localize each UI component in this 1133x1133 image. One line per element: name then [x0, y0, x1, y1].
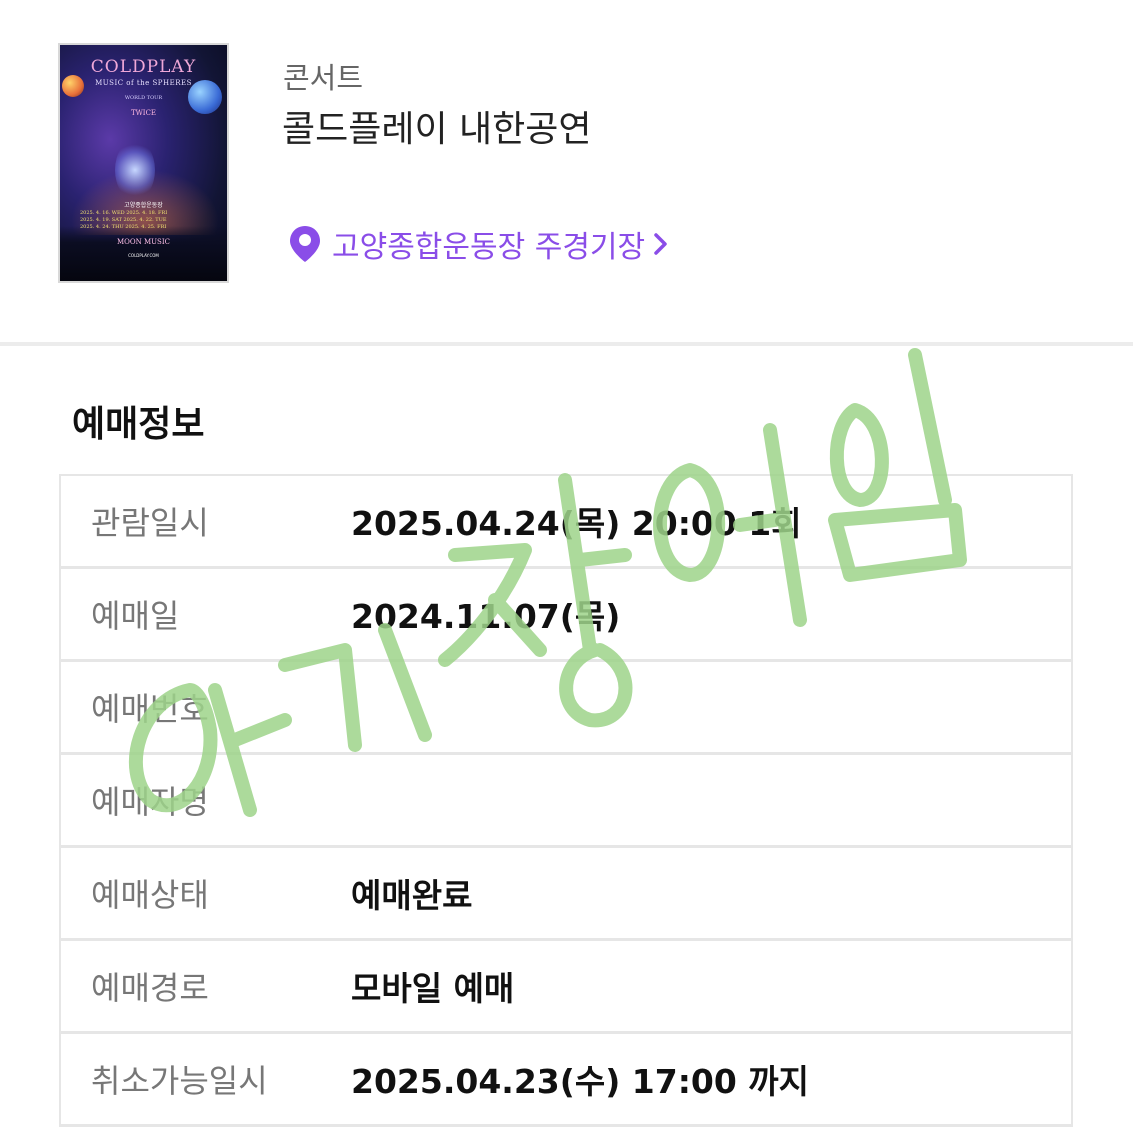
- poster-url: COLDPLAY.COM: [128, 253, 159, 258]
- info-value: 2025.04.23(수) 17:00 까지: [351, 1062, 810, 1101]
- poster-album: MOON MUSIC: [117, 238, 170, 246]
- info-row-booking-status: 예매상태 예매완료: [59, 848, 1073, 941]
- info-row-cancel-deadline: 취소가능일시 2025.04.23(수) 17:00 까지: [59, 1034, 1073, 1127]
- booking-info-table: 관람일시 2025.04.24(목) 20:00 1회 예매일 2024.11.…: [59, 474, 1073, 1127]
- chevron-right-icon: [654, 233, 667, 255]
- info-label: 관람일시: [91, 504, 209, 542]
- section-divider: [0, 342, 1133, 346]
- poster-dates: 2025. 4. 16. WED 2025. 4. 18. FRI 2025. …: [80, 210, 210, 231]
- venue-link[interactable]: 고양종합운동장 주경기장: [288, 222, 669, 266]
- info-row-booker-name: 예매자명: [59, 755, 1073, 848]
- poster-date-line: 2025. 4. 24. THU 2025. 4. 25. FRI: [80, 224, 167, 230]
- info-label: 예매일: [91, 597, 180, 635]
- info-value: 예매완료: [351, 876, 473, 915]
- info-label: 취소가능일시: [91, 1062, 268, 1100]
- info-row-booking-number: 예매번호: [59, 662, 1073, 755]
- info-label: 예매자명: [91, 783, 209, 821]
- info-row-viewing-datetime: 관람일시 2025.04.24(목) 20:00 1회: [59, 476, 1073, 569]
- event-header: COLDPLAY MUSIC of the SPHERES WORLD TOUR…: [0, 0, 1133, 342]
- poster-guest: TWICE: [130, 109, 157, 117]
- section-title: 예매정보: [72, 404, 205, 445]
- poster-tour: WORLD TOUR: [124, 95, 163, 101]
- info-label: 예매번호: [91, 690, 209, 728]
- info-value: 2024.11.07(목): [351, 597, 621, 636]
- info-row-booking-channel: 예매경로 모바일 예매: [59, 941, 1073, 1034]
- info-label: 예매상태: [91, 876, 209, 914]
- info-label: 예매경로: [91, 969, 209, 1007]
- poster-title: COLDPLAY: [90, 57, 197, 77]
- event-poster[interactable]: COLDPLAY MUSIC of the SPHERES WORLD TOUR…: [58, 43, 229, 283]
- venue-name: 고양종합운동장 주경기장: [332, 230, 646, 265]
- event-category: 콘서트: [283, 61, 364, 95]
- poster-date-line: 2025. 4. 16. WED 2025. 4. 18. FRI: [80, 210, 168, 216]
- info-value: 2025.04.24(목) 20:00 1회: [351, 504, 802, 543]
- poster-performer-light: [115, 140, 155, 200]
- poster-subtitle: MUSIC of the SPHERES: [95, 79, 192, 87]
- event-title: 콜드플레이 내한공연: [282, 109, 592, 150]
- info-value: 모바일 예매: [351, 969, 515, 1008]
- poster-date-line: 2025. 4. 19. SAT 2025. 4. 22. TUE: [80, 217, 167, 223]
- location-pin-icon: [290, 226, 320, 262]
- poster-venue: 고양종합운동장: [124, 202, 163, 209]
- info-row-booking-date: 예매일 2024.11.07(목): [59, 569, 1073, 662]
